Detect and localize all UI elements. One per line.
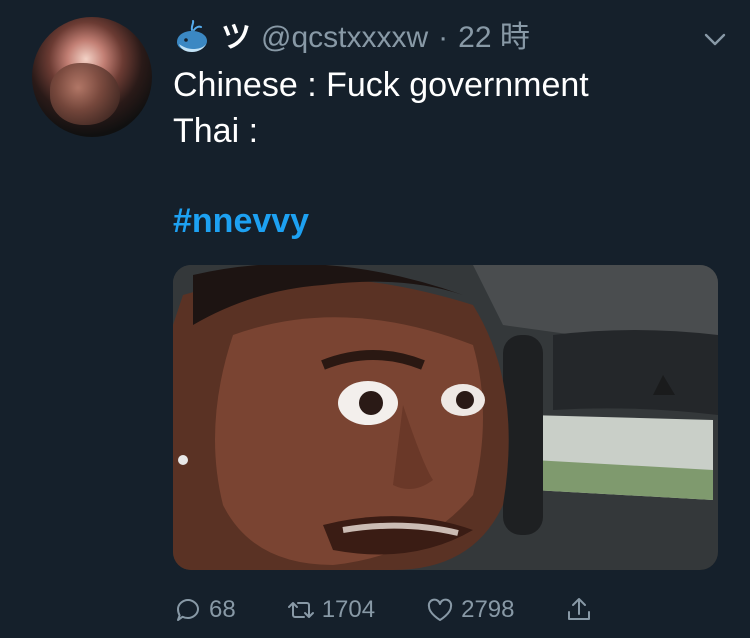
whale-icon [177, 20, 207, 52]
reply-icon [177, 599, 199, 621]
tweet-timestamp[interactable]: 22 時 [458, 18, 530, 58]
separator-dot: · [438, 21, 449, 54]
avatar[interactable] [32, 17, 152, 137]
reply-count: 68 [209, 596, 236, 623]
heart-icon [427, 598, 453, 621]
media-illustration [173, 265, 718, 570]
reply-action[interactable]: 68 [173, 595, 236, 625]
user-handle[interactable]: @qcstxxxxw [261, 18, 428, 58]
retweet-icon [287, 602, 314, 618]
tweet-actions: 68 1704 2798 [173, 590, 644, 630]
tweet-header: ツ @qcstxxxxw · 22 時 [173, 18, 530, 58]
like-count: 2798 [461, 596, 515, 623]
like-action[interactable]: 2798 [425, 595, 514, 625]
hashtag-link[interactable]: #nnevvy [173, 198, 309, 244]
chevron-down-icon[interactable] [698, 22, 732, 56]
retweet-count: 1704 [321, 596, 376, 623]
tweet-media-image[interactable] [173, 265, 718, 570]
display-name[interactable]: ツ [221, 18, 251, 58]
share-icon [568, 598, 591, 620]
share-action[interactable] [564, 595, 594, 625]
retweet-action[interactable]: 1704 [286, 595, 375, 625]
tweet-text: Chinese : Fuck government Thai : [173, 66, 589, 150]
